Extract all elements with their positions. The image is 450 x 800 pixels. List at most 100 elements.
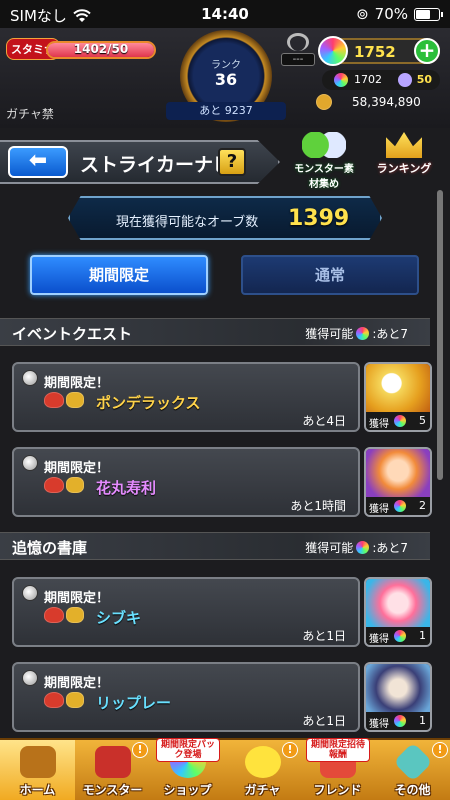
- rotation-lock-icon: ⊚: [356, 5, 369, 23]
- quest-body[interactable]: 期間限定！ シブキ あと1日: [12, 577, 360, 647]
- nav-label: フレンド: [313, 783, 362, 797]
- monster-portrait: [366, 449, 430, 497]
- nav-home[interactable]: ホーム: [0, 740, 75, 800]
- quest-status-dot: [22, 370, 38, 386]
- ranking-button[interactable]: ランキング: [368, 132, 440, 186]
- paid-orb-icon: [334, 73, 348, 87]
- gacha-icon: [245, 746, 281, 778]
- alert-icon: !: [282, 742, 298, 758]
- quest-body[interactable]: 期間限定！ 花丸寿利 あと1時間: [12, 447, 360, 517]
- nav-friend[interactable]: 期間限定招待報酬 フレンド: [300, 738, 375, 800]
- rank-value: 36: [214, 70, 238, 89]
- monster-material-label: モンスター素材集め: [294, 164, 354, 190]
- nav-label: ガチャ: [244, 783, 281, 797]
- available-value: :あと7: [372, 541, 408, 555]
- bag-icon: [66, 607, 84, 623]
- orb-count: 1752: [354, 43, 396, 61]
- monster-material-button[interactable]: モンスター素材集め: [290, 132, 358, 190]
- quest-thumbnail[interactable]: 獲得 2: [364, 447, 432, 517]
- orb-icon: [394, 630, 406, 642]
- orb-icon: [394, 415, 406, 427]
- thumb-footer: 獲得 1: [366, 712, 430, 730]
- help-button[interactable]: ?: [218, 148, 246, 176]
- page-title: ストライカーナビ: [80, 154, 233, 176]
- section-title: イベントクエスト: [12, 325, 133, 343]
- tab-normal[interactable]: 通常: [241, 255, 419, 295]
- nav-badge: 期間限定パック登場: [156, 738, 220, 762]
- thumb-footer: 獲得 1: [366, 627, 430, 645]
- quest-thumbnail[interactable]: 獲得 5: [364, 362, 432, 432]
- home-icon: [20, 746, 56, 778]
- bag-icon: [66, 392, 84, 408]
- section-event-quest: イベントクエスト 獲得可能 :あと7: [0, 318, 430, 346]
- available-value: :あと7: [372, 327, 408, 341]
- rank-next-exp: あと 9237: [166, 102, 286, 120]
- available-label: 獲得可能: [305, 327, 354, 341]
- lock-value: ---: [281, 53, 315, 66]
- battery-percent: 70%: [374, 5, 408, 23]
- thumb-footer: 獲得 2: [366, 497, 430, 515]
- add-orbs-button[interactable]: +: [414, 38, 440, 64]
- orb-counter[interactable]: 1752 +: [318, 36, 440, 66]
- alert-icon: !: [432, 742, 448, 758]
- demon-icon: [44, 607, 64, 623]
- orb-icon: [394, 500, 406, 512]
- nav-monster[interactable]: ! モンスター: [75, 740, 150, 800]
- quest-tag: 期間限定！: [44, 376, 110, 391]
- quest-card[interactable]: 期間限定！ ポンデラックス あと4日 獲得 5: [12, 362, 432, 432]
- battery-icon: [414, 7, 443, 21]
- nav-label: ショップ: [163, 783, 212, 797]
- quest-tag: 期間限定！: [44, 461, 110, 476]
- quest-thumbnail[interactable]: 獲得 1: [364, 662, 432, 732]
- orb-breakdown: 1702 50: [322, 70, 440, 90]
- quest-card[interactable]: 期間限定！ 花丸寿利 あと1時間 獲得 2: [12, 447, 432, 517]
- get-label: 獲得: [369, 719, 389, 730]
- section-memory-library: 追憶の書庫 獲得可能 :あと7: [0, 532, 430, 560]
- nav-shop[interactable]: 期間限定パック登場 ショップ: [150, 738, 225, 800]
- gold-coin-icon: [316, 94, 332, 110]
- free-orb-count: 50: [416, 73, 432, 86]
- orb-icon: [394, 715, 406, 727]
- quest-remaining: あと4日: [302, 414, 346, 428]
- quest-attribute-icons: [44, 692, 84, 708]
- quest-card[interactable]: 期間限定！ リップレー あと1日 獲得 1: [12, 662, 432, 732]
- quest-card[interactable]: 期間限定！ シブキ あと1日 獲得 1: [12, 577, 432, 647]
- tab-limited[interactable]: 期間限定: [30, 255, 208, 295]
- paid-orb-count: 1702: [354, 73, 382, 86]
- bag-icon: [66, 477, 84, 493]
- section-available: 獲得可能 :あと7: [305, 325, 408, 342]
- quest-body[interactable]: 期間限定！ ポンデラックス あと4日: [12, 362, 360, 432]
- orb-icon: [318, 36, 348, 66]
- quest-status-dot: [22, 455, 38, 471]
- status-right: ⊚ 70%: [356, 5, 443, 23]
- get-label: 獲得: [369, 504, 389, 515]
- quest-remaining: あと1日: [302, 714, 346, 728]
- quest-name: 花丸寿利: [96, 479, 157, 497]
- quest-remaining: あと1時間: [290, 499, 346, 513]
- available-label: 獲得可能: [305, 541, 354, 555]
- bottom-nav: ホーム ! モンスター 期間限定パック登場 ショップ ! ガチャ 期間限定招待報…: [0, 738, 450, 800]
- quest-attribute-icons: [44, 477, 84, 493]
- thumb-footer: 獲得 5: [366, 412, 430, 430]
- nav-gacha[interactable]: ! ガチャ: [225, 740, 300, 800]
- quest-body[interactable]: 期間限定！ リップレー あと1日: [12, 662, 360, 732]
- monster-portrait: [366, 664, 430, 712]
- available-orbs-label: 現在獲得可能なオーブ数: [116, 215, 259, 230]
- quest-attribute-icons: [44, 392, 84, 408]
- crown-icon: [386, 132, 422, 158]
- lock-box[interactable]: ---: [281, 33, 315, 71]
- get-count: 2: [419, 499, 426, 512]
- bag-icon: [66, 692, 84, 708]
- monster-portrait: [366, 579, 430, 627]
- quest-name: ポンデラックス: [96, 394, 201, 412]
- rank-label: ランク: [211, 60, 241, 71]
- other-icon: [393, 742, 433, 782]
- quest-status-dot: [22, 670, 38, 686]
- back-button[interactable]: ⬅: [8, 146, 68, 178]
- nav-other[interactable]: ! その他: [375, 740, 450, 800]
- monster-icon: [95, 746, 131, 778]
- get-count: 5: [419, 414, 426, 427]
- get-count: 1: [419, 714, 426, 727]
- quest-thumbnail[interactable]: 獲得 1: [364, 577, 432, 647]
- scrollbar[interactable]: [437, 190, 443, 480]
